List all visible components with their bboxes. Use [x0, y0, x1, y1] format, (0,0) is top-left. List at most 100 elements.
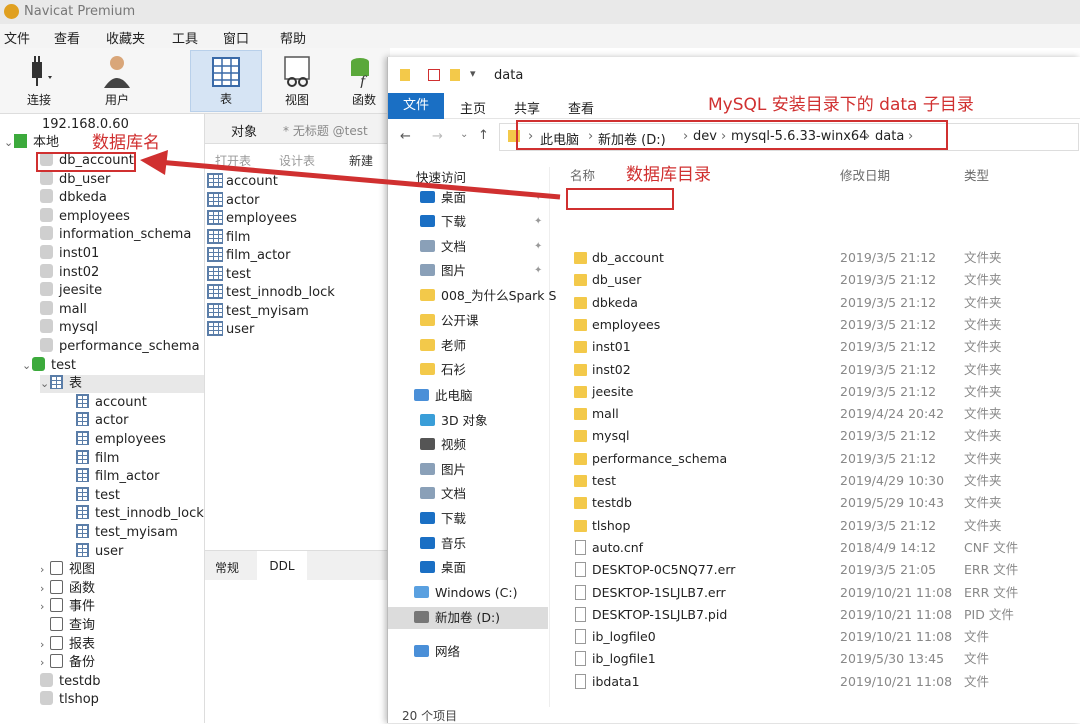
file-row-auto-cnf[interactable]: auto.cnf 2018/4/9 14:12 CNF 文件 [550, 537, 1080, 559]
tab-objects[interactable]: 对象 [231, 121, 257, 140]
file-row-tlshop[interactable]: tlshop 2019/3/5 21:12 文件夹 [550, 515, 1080, 537]
nav-item-12[interactable]: 文档 [420, 483, 466, 505]
object-table-film-actor[interactable]: film_actor [207, 247, 290, 265]
file-row-mall[interactable]: mall 2019/4/24 20:42 文件夹 [550, 403, 1080, 425]
tree-table-film-actor[interactable]: film_actor [76, 468, 159, 486]
file-row-test[interactable]: test 2019/4/29 10:30 文件夹 [550, 470, 1080, 492]
file-row-ibdata1[interactable]: ibdata1 2019/10/21 11:08 文件 [550, 671, 1080, 693]
tree-table-actor[interactable]: actor [76, 412, 129, 430]
chevron-right-icon[interactable]: › [40, 654, 50, 672]
file-row-mysql[interactable]: mysql 2019/3/5 21:12 文件夹 [550, 425, 1080, 447]
nav-item-9[interactable]: 3D 对象 [420, 410, 488, 432]
chevron-right-icon[interactable]: › [40, 580, 50, 598]
nav-item-10[interactable]: 视频 [420, 434, 466, 456]
nav-item-3[interactable]: 图片 [420, 260, 466, 282]
recent-dropdown-icon[interactable]: ⌄ [460, 129, 468, 140]
tab-untitled-query[interactable]: * 无标题 @test [283, 122, 368, 139]
tree-db-test[interactable]: ⌄ test [22, 356, 76, 375]
object-table-film[interactable]: film [207, 228, 250, 247]
pin-icon[interactable]: ✦ [534, 265, 542, 276]
file-row-testdb[interactable]: testdb 2019/5/29 10:43 文件夹 [550, 492, 1080, 514]
nav-quick-access[interactable]: 快速访问 [416, 167, 466, 189]
chevron-down-icon[interactable]: ⌄ [40, 375, 50, 393]
chevron-right-icon[interactable]: › [40, 598, 50, 616]
chevron-right-icon[interactable]: › [40, 561, 50, 579]
nav-item-14[interactable]: 音乐 [420, 533, 466, 555]
chevron-right-icon[interactable]: › [40, 636, 50, 654]
nav-item-15[interactable]: 桌面 [420, 557, 466, 579]
user-button[interactable]: 用户 [88, 50, 146, 112]
tree-table-account[interactable]: account [76, 393, 147, 412]
tree-db-inst02[interactable]: inst02 [40, 263, 99, 282]
nav-item-4[interactable]: 008_为什么Spark S [420, 285, 556, 307]
tree-local[interactable]: ⌄ 本地 [4, 134, 59, 152]
tree-table-user[interactable]: user [76, 542, 123, 561]
column-name[interactable]: 名称 [570, 165, 595, 184]
nav-item-2[interactable]: 文档 [420, 236, 466, 258]
tree-db-information-schema[interactable]: information_schema [40, 226, 191, 244]
tree-object-function[interactable]: › 函数 [40, 579, 95, 598]
open-table-button[interactable]: 打开表 [215, 152, 251, 169]
nav-item-1[interactable]: 下载 [420, 211, 466, 233]
tree-db-testdb[interactable]: testdb [40, 672, 100, 691]
menu-help[interactable]: 帮助 [280, 28, 306, 47]
tab-share[interactable]: 共享 [514, 98, 540, 117]
tab-general[interactable]: 常规 [215, 559, 239, 576]
tree-table-test[interactable]: test [76, 486, 120, 505]
tree-table-test-myisam[interactable]: test_myisam [76, 524, 178, 542]
object-table-test-myisam[interactable]: test_myisam [207, 302, 309, 321]
chevron-down-icon[interactable]: ⌄ [22, 357, 32, 375]
column-type[interactable]: 类型 [964, 165, 989, 184]
nav-item-16[interactable]: Windows (C:) [414, 582, 517, 604]
tree-table-employees[interactable]: employees [76, 431, 166, 449]
menu-favorites[interactable]: 收藏夹 [106, 28, 145, 47]
chevron-down-icon[interactable]: ⌄ [4, 134, 14, 152]
tree-object-report[interactable]: › 报表 [40, 635, 95, 654]
nav-item-5[interactable]: 公开课 [420, 310, 479, 332]
menu-tools[interactable]: 工具 [172, 28, 198, 47]
nav-item-8[interactable]: 此电脑 [414, 385, 473, 407]
tree-db-performance-schema[interactable]: performance_schema [40, 338, 200, 356]
tab-home[interactable]: 主页 [460, 98, 486, 117]
menu-file[interactable]: 文件 [4, 28, 30, 47]
menu-view[interactable]: 查看 [54, 28, 80, 47]
file-row-ib-logfile0[interactable]: ib_logfile0 2019/10/21 11:08 文件 [550, 626, 1080, 648]
connect-button[interactable]: 连接 [10, 50, 68, 112]
file-row-dbkeda[interactable]: dbkeda 2019/3/5 21:12 文件夹 [550, 292, 1080, 314]
tree-db-tlshop[interactable]: tlshop [40, 691, 99, 709]
nav-item-6[interactable]: 老师 [420, 335, 466, 357]
file-row-employees[interactable]: employees 2019/3/5 21:12 文件夹 [550, 314, 1080, 336]
tree-table-film[interactable]: film [76, 449, 119, 468]
nav-item-18[interactable]: 网络 [414, 641, 460, 663]
up-arrow-icon[interactable]: ↑ [478, 128, 489, 143]
tree-db-inst01[interactable]: inst01 [40, 245, 99, 263]
column-date[interactable]: 修改日期 [840, 165, 890, 184]
file-row-db-user[interactable]: db_user 2019/3/5 21:12 文件夹 [550, 269, 1080, 291]
file-row-DESKTOP-1SLJLB7-pid[interactable]: DESKTOP-1SLJLB7.pid 2019/10/21 11:08 PID 文… [550, 604, 1080, 626]
new-folder-icon[interactable] [450, 69, 460, 81]
design-table-button[interactable]: 设计表 [279, 152, 315, 169]
object-table-account[interactable]: account [207, 173, 278, 191]
file-row-db-account[interactable]: db_account 2019/3/5 21:12 文件夹 [550, 247, 1080, 269]
table-button[interactable]: 表 [190, 50, 262, 112]
nav-item-13[interactable]: 下载 [420, 508, 466, 530]
tab-view[interactable]: 查看 [568, 98, 594, 117]
tree-object-view[interactable]: › 视图 [40, 561, 95, 579]
forward-arrow-icon[interactable]: → [432, 129, 443, 144]
file-row-DESKTOP-0C5NQ77-err[interactable]: DESKTOP-0C5NQ77.err 2019/3/5 21:05 ERR 文件 [550, 559, 1080, 581]
file-row-inst01[interactable]: inst01 2019/3/5 21:12 文件夹 [550, 336, 1080, 358]
back-arrow-icon[interactable]: ← [400, 129, 411, 144]
tree-db-dbkeda[interactable]: dbkeda [40, 189, 107, 207]
nav-item-17[interactable]: 新加卷 (D:) [388, 607, 548, 629]
tree-db-jeesite[interactable]: jeesite [40, 282, 102, 300]
file-row-jeesite[interactable]: jeesite 2019/3/5 21:12 文件夹 [550, 381, 1080, 403]
tree-table-test-innodb-lock[interactable]: test_innodb_lock [76, 505, 204, 523]
view-button[interactable]: 视图 [268, 50, 326, 112]
object-table-test-innodb-lock[interactable]: test_innodb_lock [207, 284, 335, 302]
object-table-actor[interactable]: actor [207, 191, 260, 210]
nav-item-7[interactable]: 石衫 [420, 359, 466, 381]
pin-icon[interactable]: ✦ [534, 192, 542, 203]
file-row-performance-schema[interactable]: performance_schema 2019/3/5 21:12 文件夹 [550, 448, 1080, 470]
properties-icon[interactable] [428, 69, 440, 81]
tree-db-employees[interactable]: employees [40, 207, 130, 226]
